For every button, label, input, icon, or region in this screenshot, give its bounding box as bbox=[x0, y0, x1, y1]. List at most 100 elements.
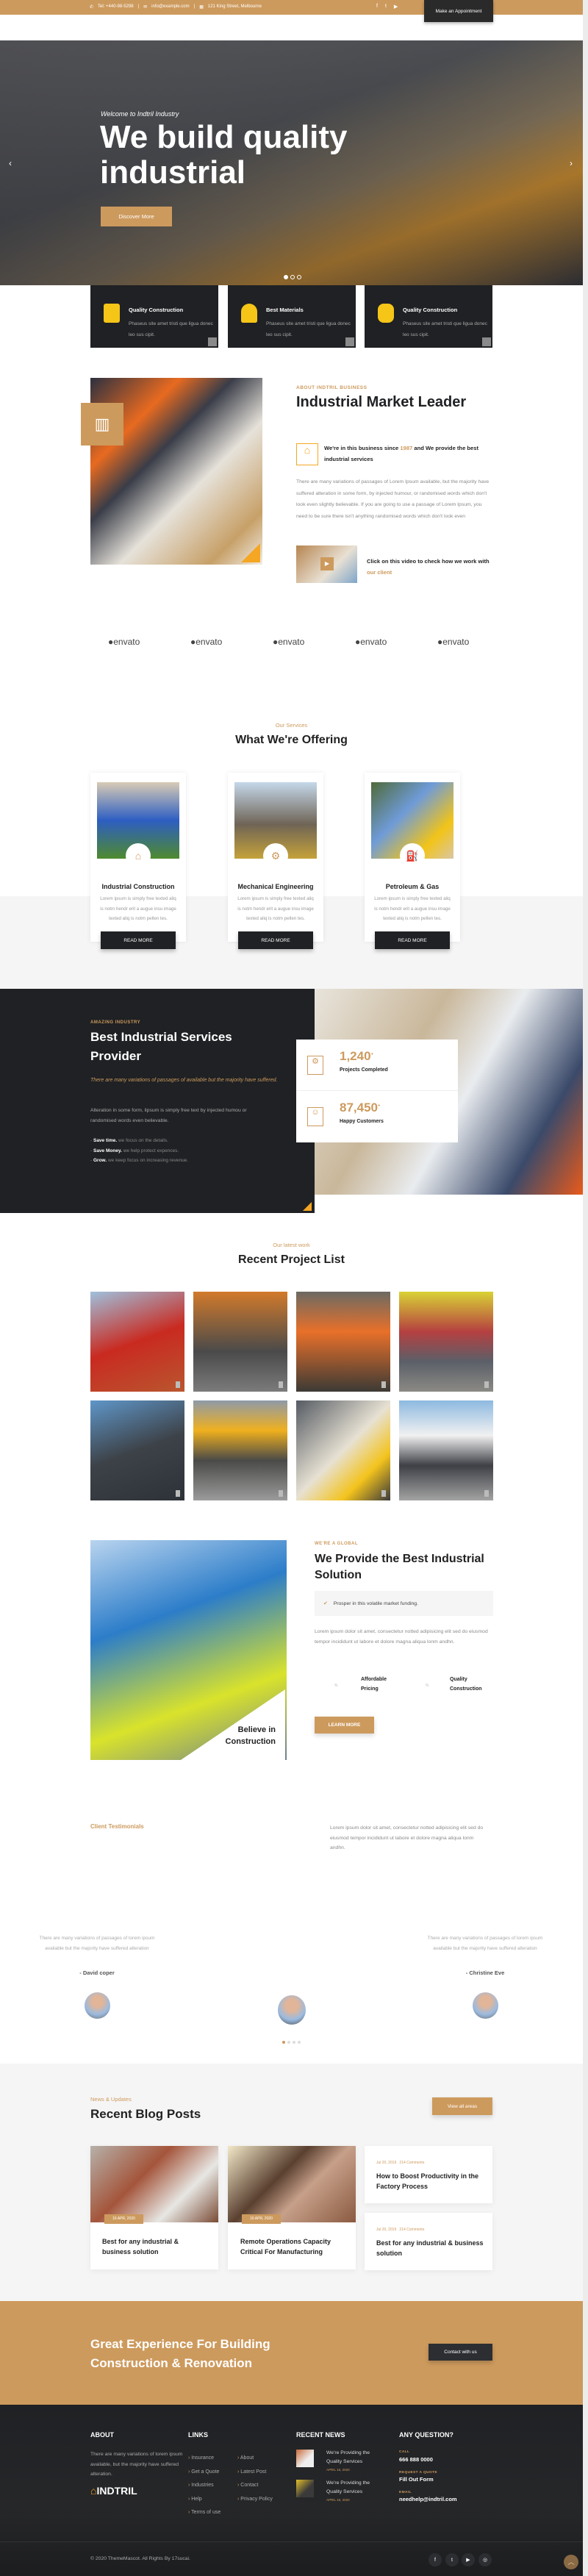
avatar[interactable] bbox=[278, 1995, 306, 2025]
slide-dot[interactable] bbox=[282, 2041, 285, 2044]
twitter-icon[interactable]: t bbox=[385, 4, 387, 10]
page-scrollbar[interactable] bbox=[583, 0, 588, 2576]
prev-slide-icon[interactable]: ‹ bbox=[9, 158, 12, 168]
facebook-icon[interactable]: f bbox=[376, 4, 378, 10]
paint-bucket-icon bbox=[104, 304, 120, 323]
blog-meta: Jul 20, 2019 214 Comments bbox=[376, 2161, 425, 2165]
provider-list: - Save time. we focus on the details. - … bbox=[90, 1136, 188, 1166]
our-client-link[interactable]: our client bbox=[367, 569, 392, 576]
project-tile[interactable] bbox=[296, 1400, 390, 1500]
footer-link[interactable]: Get a Quote bbox=[188, 2466, 220, 2480]
testimonials-intro: Lorem ipsum dolor sit amet, consectetur … bbox=[330, 1825, 484, 1850]
avatar bbox=[85, 1992, 110, 2019]
service-desc: Lorem ipsum is simply free texted aliq i… bbox=[237, 896, 314, 921]
project-tile[interactable] bbox=[296, 1292, 390, 1392]
copyright: © 2020 ThemeMascot. All Rights By 17suca… bbox=[90, 2556, 190, 2561]
news-title[interactable]: We're Providing the Quality Services bbox=[326, 2449, 381, 2466]
footer-link[interactable]: About bbox=[237, 2452, 273, 2466]
footer-link[interactable]: Industries bbox=[188, 2479, 220, 2493]
footer-about-text: There are many variations of lorem ipsum… bbox=[90, 2452, 183, 2477]
contact-phone[interactable]: 666 888 0000 bbox=[399, 2456, 433, 2463]
youtube-icon[interactable]: ▶ bbox=[394, 4, 398, 10]
fill-out-form-link[interactable]: Fill Out Form bbox=[399, 2476, 434, 2483]
about-tag: ABOUT INDTRIL BUSINESS bbox=[296, 385, 368, 390]
solution-badge: Believe in Construction bbox=[225, 1725, 276, 1746]
slide-dot[interactable] bbox=[298, 2041, 301, 2044]
service-title: Mechanical Engineering bbox=[237, 883, 314, 890]
contact-email[interactable]: needhelp@indtril.com bbox=[399, 2496, 457, 2502]
list-item: - Grow. we keep focus on increasing reve… bbox=[90, 1158, 189, 1163]
footer-link[interactable]: Insurance bbox=[188, 2452, 220, 2466]
view-all-button[interactable]: View all areas bbox=[432, 2097, 492, 2115]
contact-label: EMAIL bbox=[399, 2491, 412, 2494]
blog-image bbox=[228, 2146, 356, 2222]
slide-dot[interactable] bbox=[287, 2041, 290, 2044]
read-more-button[interactable]: READ MORE bbox=[101, 931, 176, 949]
play-icon[interactable]: ▶ bbox=[320, 557, 334, 570]
feature-card: Quality Construction Phaseus site amet tr… bbox=[365, 285, 492, 348]
footer-heading: LINKS bbox=[188, 2431, 208, 2439]
footer-heading: RECENT NEWS bbox=[296, 2431, 345, 2439]
news-date: APRIL 16, 2020 bbox=[326, 2498, 350, 2502]
youtube-icon[interactable]: ▶ bbox=[462, 2553, 475, 2566]
project-tile[interactable] bbox=[193, 1400, 287, 1500]
contact-button[interactable]: Contact with us bbox=[429, 2344, 492, 2361]
client-logo: ●envato bbox=[273, 637, 305, 647]
footer-divider bbox=[0, 2541, 583, 2542]
facebook-icon[interactable]: f bbox=[429, 2553, 442, 2566]
footer-link[interactable]: Contact bbox=[237, 2479, 273, 2493]
blog-card[interactable]: 16 APR, 2020 Best for any industrial & b… bbox=[90, 2146, 218, 2269]
slide-dot[interactable] bbox=[293, 2041, 295, 2044]
scroll-top-icon[interactable]: ︿ bbox=[564, 2555, 578, 2569]
phone-icon: ✆ bbox=[90, 5, 94, 10]
read-more-button[interactable]: READ MORE bbox=[238, 931, 313, 949]
client-logo: ●envato bbox=[437, 637, 470, 647]
learn-more-button[interactable]: LEARN MORE bbox=[315, 1717, 374, 1734]
footer-link[interactable]: Privacy Policy bbox=[237, 2493, 273, 2507]
corner-square-icon bbox=[345, 337, 354, 346]
mail-icon: ✉ bbox=[143, 5, 148, 10]
email-link[interactable]: info@example.com bbox=[151, 4, 189, 10]
news-thumbnail[interactable] bbox=[296, 2480, 314, 2497]
blog-card[interactable]: Jul 20, 2019 214 Comments Best for any i… bbox=[365, 2213, 492, 2270]
next-slide-icon[interactable]: › bbox=[570, 158, 573, 168]
project-tile[interactable] bbox=[90, 1292, 184, 1392]
project-tile[interactable] bbox=[399, 1400, 493, 1500]
news-thumbnail[interactable] bbox=[296, 2450, 314, 2467]
blog-image bbox=[90, 2146, 218, 2222]
footer-link[interactable]: Help bbox=[188, 2493, 220, 2507]
slide-dot[interactable] bbox=[290, 275, 295, 279]
read-more-button[interactable]: READ MORE bbox=[375, 931, 450, 949]
video-thumbnail[interactable]: ▶ bbox=[296, 545, 357, 583]
corner-square-icon bbox=[208, 337, 217, 346]
footer-link[interactable]: Terms of use bbox=[188, 2506, 220, 2520]
corner-triangle bbox=[303, 1202, 312, 1211]
robot-arm-icon: ⚙ bbox=[263, 843, 288, 868]
stat-label: Projects Completed bbox=[340, 1067, 388, 1073]
testimonial-name: - David coper bbox=[79, 1969, 115, 1976]
make-appointment-button[interactable]: Make an Appointment bbox=[424, 0, 493, 22]
services-title: What We're Offering bbox=[235, 734, 348, 746]
map-icon: ▦ bbox=[199, 5, 204, 10]
slide-dot[interactable] bbox=[297, 275, 301, 279]
worker-icon: ☺ bbox=[307, 1107, 323, 1126]
twitter-icon[interactable]: t bbox=[445, 2553, 459, 2566]
blog-meta: Jul 20, 2019 214 Comments bbox=[376, 2228, 425, 2232]
hero-title: We build quality industrial bbox=[100, 119, 348, 190]
footer-links-b: AboutLatest PostContactPrivacy Policy bbox=[237, 2452, 273, 2506]
hero-slider: Welcome to Indtril Industry We build qua… bbox=[0, 40, 583, 285]
blog-card[interactable]: Jul 20, 2019 214 Comments How to Boost P… bbox=[365, 2146, 492, 2203]
discover-more-button[interactable]: Discover More bbox=[101, 207, 172, 226]
project-tile[interactable] bbox=[399, 1292, 493, 1392]
provider-tag: AMAZING INDUSTRY bbox=[90, 1020, 141, 1025]
footer-link[interactable]: Latest Post bbox=[237, 2466, 273, 2480]
blog-card[interactable]: 16 APR, 2020 Remote Operations Capacity … bbox=[228, 2146, 356, 2269]
project-tile[interactable] bbox=[193, 1292, 287, 1392]
instagram-icon[interactable]: ◎ bbox=[478, 2553, 492, 2566]
hard-hat-icon bbox=[241, 304, 257, 323]
stat-value: 1,240+ bbox=[340, 1049, 374, 1063]
project-tile[interactable] bbox=[90, 1400, 184, 1500]
slide-dot[interactable] bbox=[284, 275, 288, 279]
news-title[interactable]: We're Providing the Quality Services bbox=[326, 2479, 381, 2496]
feature-desc: Phaseus site amet tristi que ligua donec… bbox=[266, 321, 351, 337]
